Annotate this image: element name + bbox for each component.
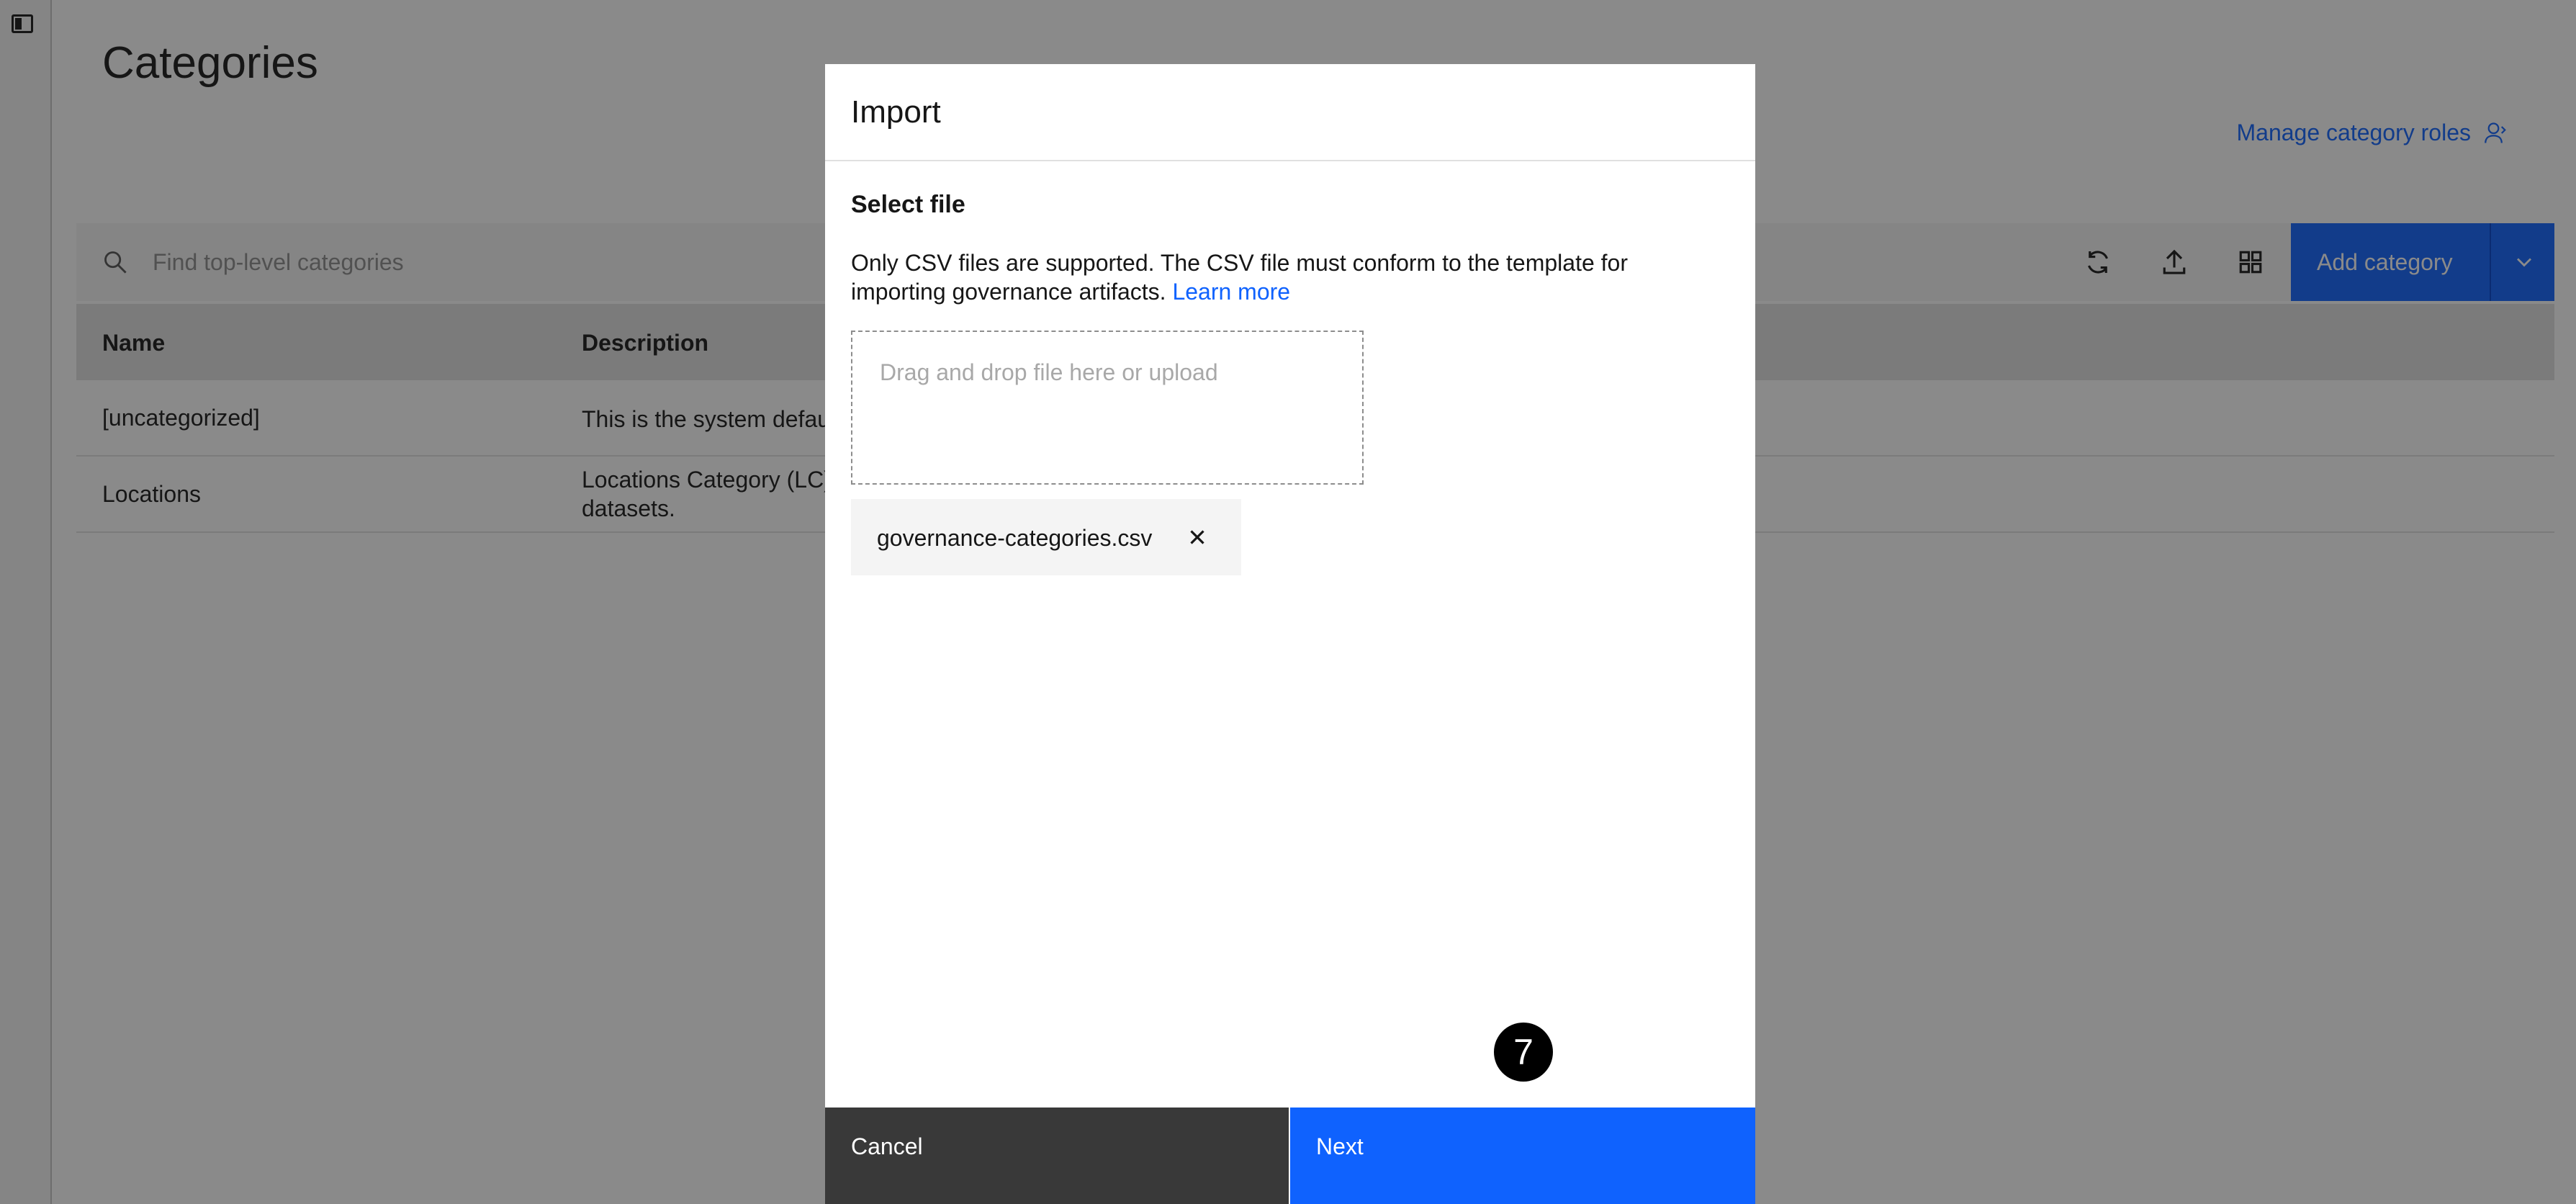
- modal-header: Import: [825, 64, 1755, 161]
- dropzone-text: Drag and drop file here or upload: [880, 359, 1218, 385]
- next-button[interactable]: Next: [1290, 1108, 1755, 1204]
- file-dropzone[interactable]: Drag and drop file here or upload: [851, 331, 1364, 485]
- file-name: governance-categories.csv: [877, 525, 1153, 551]
- help-text: Only CSV files are supported. The CSV fi…: [851, 248, 1679, 306]
- section-title: Select file: [851, 191, 965, 218]
- cancel-label: Cancel: [851, 1133, 923, 1159]
- close-icon[interactable]: [1185, 525, 1210, 549]
- selected-file: governance-categories.csv: [851, 499, 1241, 575]
- import-modal: Import Select file Only CSV files are su…: [825, 64, 1755, 1204]
- next-label: Next: [1316, 1133, 1364, 1159]
- step-badge: 7: [1494, 1023, 1553, 1082]
- learn-more-link[interactable]: Learn more: [1172, 279, 1290, 305]
- modal-title: Import: [851, 94, 941, 130]
- cancel-button[interactable]: Cancel: [825, 1108, 1289, 1204]
